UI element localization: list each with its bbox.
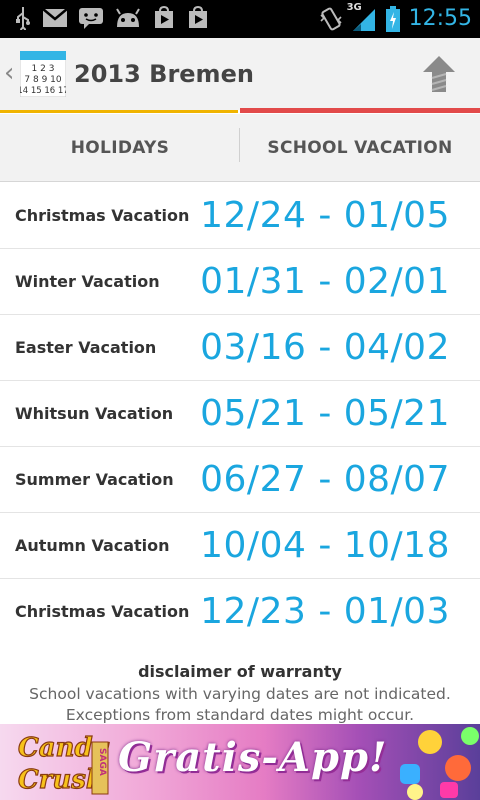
tab-bar: HOLIDAYS SCHOOL VACATION	[0, 114, 480, 182]
disclaimer: disclaimer of warranty School vacations …	[0, 660, 480, 726]
tab-indicator-school-vacation	[240, 108, 480, 113]
vacation-dates: 12/24 - 01/05	[200, 195, 450, 236]
battery-icon	[385, 5, 401, 33]
calendar-row-3: 14 15 16 17	[20, 86, 66, 96]
vacation-name: Winter Vacation	[15, 272, 160, 291]
vacation-name: Whitsun Vacation	[15, 404, 174, 423]
list-item[interactable]: Christmas Vacation 12/24 - 01/05	[0, 183, 480, 249]
vacation-list: Christmas Vacation 12/24 - 01/05 Winter …	[0, 183, 480, 645]
disclaimer-title: disclaimer of warranty	[138, 662, 342, 681]
vacation-dates: 10/04 - 10/18	[200, 525, 450, 566]
play-store-icon	[152, 6, 176, 30]
list-item[interactable]: Christmas Vacation 12/23 - 01/03	[0, 579, 480, 645]
usb-icon	[14, 6, 32, 30]
vacation-dates: 06/27 - 08/07	[200, 459, 450, 500]
candy-crush-logo: Candy Crush SAGA	[14, 728, 110, 796]
vacation-dates: 03/16 - 04/02	[200, 327, 450, 368]
page-title: 2013 Bremen	[74, 60, 254, 88]
vacation-dates: 05/21 - 05/21	[200, 393, 450, 434]
ad-brand-side: SAGA	[97, 748, 107, 776]
action-bar: ‹ 1 2 3 7 8 9 10 14 15 16 17 2013 Bremen	[0, 38, 480, 110]
list-item[interactable]: Summer Vacation 06/27 - 08/07	[0, 447, 480, 513]
status-bar: 3G 12:55	[0, 0, 480, 38]
vacation-dates: 12/23 - 01/03	[200, 591, 450, 632]
chat-icon	[78, 6, 104, 30]
up-arrow-icon[interactable]	[422, 54, 456, 94]
tab-indicator-holidays	[0, 110, 238, 113]
list-item[interactable]: Whitsun Vacation 05/21 - 05/21	[0, 381, 480, 447]
tab-holidays[interactable]: HOLIDAYS	[0, 114, 240, 182]
ad-banner[interactable]: Candy Crush SAGA Gratis-App!	[0, 724, 480, 800]
clock: 12:55	[408, 6, 472, 31]
vacation-name: Summer Vacation	[15, 470, 174, 489]
vacation-name: Easter Vacation	[15, 338, 157, 357]
candies-decoration-icon	[280, 724, 480, 800]
list-item[interactable]: Easter Vacation 03/16 - 04/02	[0, 315, 480, 381]
vacation-dates: 01/31 - 02/01	[200, 261, 450, 302]
signal-icon: 3G	[347, 2, 377, 33]
list-item[interactable]: Autumn Vacation 10/04 - 10/18	[0, 513, 480, 579]
vacation-name: Christmas Vacation	[15, 206, 190, 225]
list-item[interactable]: Winter Vacation 01/31 - 02/01	[0, 249, 480, 315]
back-chevron-icon[interactable]: ‹	[4, 58, 14, 88]
shopping-bag-icon	[186, 6, 210, 30]
vibrate-icon	[319, 5, 343, 33]
calendar-app-icon[interactable]: 1 2 3 7 8 9 10 14 15 16 17	[17, 50, 69, 98]
calendar-row-1: 1 2 3	[32, 64, 55, 74]
tab-school-vacation[interactable]: SCHOOL VACATION	[240, 114, 480, 182]
android-icon	[114, 7, 142, 29]
disclaimer-line-1: School vacations with varying dates are …	[29, 685, 451, 703]
vacation-name: Autumn Vacation	[15, 536, 170, 555]
vacation-name: Christmas Vacation	[15, 602, 190, 621]
gmail-icon	[42, 7, 68, 29]
disclaimer-line-2: Exceptions from standard dates might occ…	[65, 706, 415, 724]
calendar-row-2: 7 8 9 10	[24, 75, 61, 85]
network-type-label: 3G	[346, 2, 362, 13]
